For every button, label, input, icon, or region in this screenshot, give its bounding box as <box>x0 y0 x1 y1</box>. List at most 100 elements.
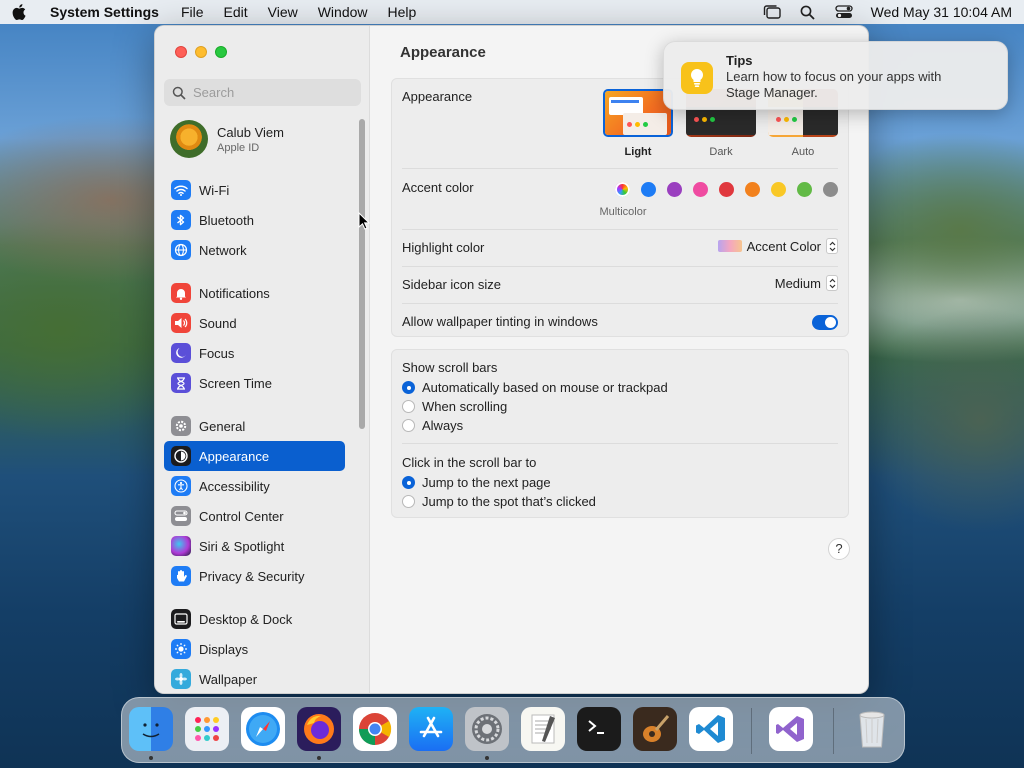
appearance-icon <box>171 446 191 466</box>
bell-icon <box>171 283 191 303</box>
radio-button[interactable] <box>402 495 415 508</box>
close-window-button[interactable] <box>175 46 187 58</box>
safari-app-icon[interactable] <box>241 707 285 751</box>
radio-button[interactable] <box>402 419 415 432</box>
profile-name: Calub Viem <box>217 124 284 140</box>
scroll-bars-auto-option[interactable]: Automatically based on mouse or trackpad <box>402 380 668 395</box>
radio-label: Automatically based on mouse or trackpad <box>422 380 668 395</box>
control-center-icon[interactable] <box>834 4 853 20</box>
highlight-color-value: Accent Color <box>746 238 821 254</box>
menu-bar: System Settings File Edit View Window He… <box>0 0 1024 24</box>
menu-file[interactable]: File <box>181 4 204 20</box>
app-name-menu[interactable]: System Settings <box>50 4 159 20</box>
radio-button[interactable] <box>402 381 415 394</box>
sidebar-item-control-center[interactable]: Control Center <box>164 501 345 531</box>
sidebar-item-notifications[interactable]: Notifications <box>164 278 345 308</box>
tips-notification[interactable]: Tips Learn how to focus on your apps wit… <box>663 41 1008 110</box>
garageband-app-icon[interactable] <box>633 707 677 751</box>
firefox-app-icon[interactable] <box>297 707 341 751</box>
trash-icon[interactable] <box>850 707 894 751</box>
sidebar-scrollbar[interactable] <box>359 119 365 429</box>
running-indicator <box>317 756 321 760</box>
sidebar-item-siri-spotlight[interactable]: Siri & Spotlight <box>164 531 345 561</box>
clock-datetime[interactable]: Wed May 31 10:04 AM <box>871 4 1012 20</box>
chrome-app-icon[interactable] <box>353 707 397 751</box>
sidebar-item-accessibility[interactable]: Accessibility <box>164 471 345 501</box>
sidebar-item-label: Wi-Fi <box>199 182 230 198</box>
accent-red-swatch[interactable] <box>719 182 734 197</box>
sidebar-item-wifi[interactable]: Wi-Fi <box>164 175 345 205</box>
system-settings-app-icon[interactable] <box>465 707 509 751</box>
wallpaper-tinting-toggle[interactable] <box>812 315 838 330</box>
finder-app-icon[interactable] <box>129 707 173 751</box>
spotlight-search-icon[interactable] <box>799 4 817 20</box>
sidebar-item-label: Wallpaper <box>199 671 258 687</box>
radio-label: Jump to the spot that’s clicked <box>422 494 596 509</box>
accent-purple-swatch[interactable] <box>667 182 682 197</box>
minimize-window-button[interactable] <box>195 46 207 58</box>
zoom-window-button[interactable] <box>215 46 227 58</box>
stage-manager-icon[interactable] <box>763 4 781 20</box>
sidebar-item-desktop-dock[interactable]: Desktop & Dock <box>164 604 345 634</box>
running-indicator <box>149 756 153 760</box>
menu-window[interactable]: Window <box>318 4 368 20</box>
sidebar-item-label: Focus <box>199 345 235 361</box>
sidebar-item-label: Screen Time <box>199 375 272 391</box>
visual-studio-app-icon[interactable] <box>769 707 813 751</box>
sidebar-item-sound[interactable]: Sound <box>164 308 345 338</box>
sidebar-item-general[interactable]: General <box>164 411 345 441</box>
vscode-app-icon[interactable] <box>689 707 733 751</box>
scroll-bars-always-option[interactable]: Always <box>402 418 463 433</box>
highlight-color-popup[interactable]: Accent Color <box>717 238 838 254</box>
radio-button[interactable] <box>402 476 415 489</box>
speaker-icon <box>171 313 191 333</box>
sidebar-item-bluetooth[interactable]: Bluetooth <box>164 205 345 235</box>
accent-pink-swatch[interactable] <box>693 182 708 197</box>
textedit-app-icon[interactable] <box>521 707 565 751</box>
bluetooth-icon <box>171 210 191 230</box>
notification-title: Tips <box>726 53 753 68</box>
sun-icon <box>171 639 191 659</box>
sidebar-icon-size-label: Sidebar icon size <box>402 277 501 292</box>
apple-logo-icon[interactable] <box>12 4 28 20</box>
sidebar-item-displays[interactable]: Displays <box>164 634 345 664</box>
accent-orange-swatch[interactable] <box>745 182 760 197</box>
click-jump-next-page-option[interactable]: Jump to the next page <box>402 475 551 490</box>
accent-green-swatch[interactable] <box>797 182 812 197</box>
menu-view[interactable]: View <box>268 4 298 20</box>
highlight-color-label: Highlight color <box>402 240 485 255</box>
menu-edit[interactable]: Edit <box>224 4 248 20</box>
sidebar-item-screen-time[interactable]: Screen Time <box>164 368 345 398</box>
accent-graphite-swatch[interactable] <box>823 182 838 197</box>
terminal-app-icon[interactable] <box>577 707 621 751</box>
accent-blue-swatch[interactable] <box>641 182 656 197</box>
sidebar-item-privacy-security[interactable]: Privacy & Security <box>164 561 345 591</box>
menu-help[interactable]: Help <box>388 4 417 20</box>
wallpaper-tinting-label: Allow wallpaper tinting in windows <box>402 314 598 329</box>
sidebar-item-wallpaper[interactable]: Wallpaper <box>164 664 345 693</box>
show-scroll-bars-label: Show scroll bars <box>402 360 498 375</box>
popup-chevron-icon <box>826 275 838 291</box>
launchpad-app-icon[interactable] <box>185 707 229 751</box>
sidebar-item-appearance[interactable]: Appearance <box>164 441 345 471</box>
profile-subtitle: Apple ID <box>217 141 260 154</box>
sidebar-item-network[interactable]: Network <box>164 235 345 265</box>
sidebar-item-focus[interactable]: Focus <box>164 338 345 368</box>
sidebar-item-label: Accessibility <box>199 478 270 494</box>
dock-icon <box>171 609 191 629</box>
search-field[interactable] <box>164 79 361 106</box>
sidebar-item-label: Displays <box>199 641 249 657</box>
settings-window: Calub Viem Apple ID Wi-Fi Bluetooth Netw… <box>154 25 869 694</box>
click-scroll-bar-label: Click in the scroll bar to <box>402 455 537 470</box>
radio-button[interactable] <box>402 400 415 413</box>
search-input[interactable] <box>193 85 353 100</box>
help-button[interactable]: ? <box>828 538 850 560</box>
apple-id-profile[interactable]: Calub Viem Apple ID <box>170 120 284 158</box>
sidebar-icon-size-popup[interactable]: Medium <box>775 275 838 291</box>
click-jump-to-spot-option[interactable]: Jump to the spot that’s clicked <box>402 494 596 509</box>
scroll-bars-when-scrolling-option[interactable]: When scrolling <box>402 399 507 414</box>
app-store-app-icon[interactable] <box>409 707 453 751</box>
accent-yellow-swatch[interactable] <box>771 182 786 197</box>
appearance-label: Appearance <box>402 89 473 104</box>
accent-multicolor-swatch[interactable] <box>615 182 630 197</box>
